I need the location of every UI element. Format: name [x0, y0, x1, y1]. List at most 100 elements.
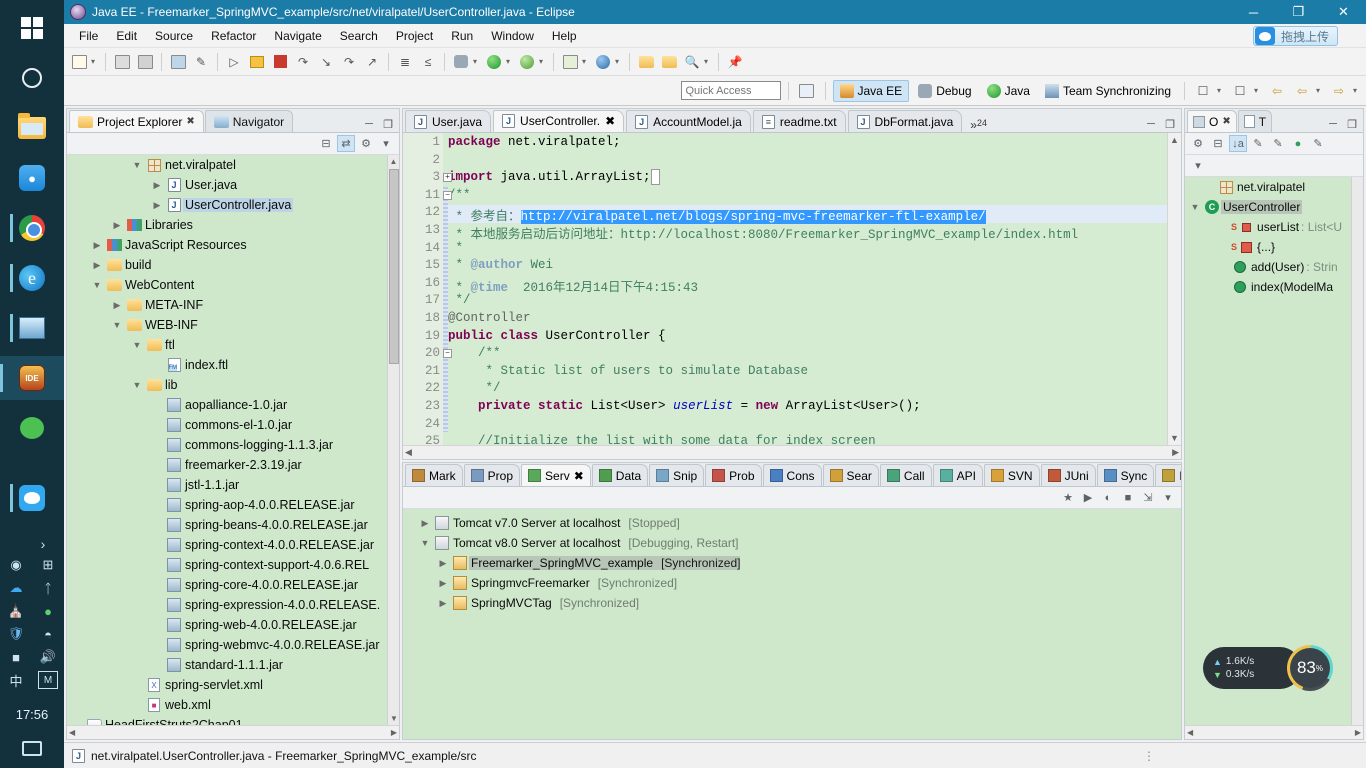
bottom-tab[interactable]: Data	[591, 464, 649, 486]
expand-arrow-icon[interactable]: ▼	[129, 380, 145, 390]
tree-item[interactable]: ▶ J User.java	[67, 175, 399, 195]
project-tree-scrollbar[interactable]: ▲ ▼	[387, 155, 399, 725]
expand-arrow-icon[interactable]: ▶	[435, 578, 451, 589]
tree-item[interactable]: ▼ WEB-INF	[67, 315, 399, 335]
debug-icon[interactable]	[450, 51, 472, 73]
expand-arrow-icon[interactable]: ▶	[109, 220, 125, 231]
expand-arrow-icon[interactable]: ▶	[417, 518, 433, 529]
run-external-tools-icon[interactable]	[516, 51, 538, 73]
close-icon[interactable]: ✖	[605, 114, 615, 128]
tree-item[interactable]: ■ web.xml	[67, 695, 399, 715]
editor-tab[interactable]: J UserController. ✖	[493, 110, 625, 132]
minimize-editor-button[interactable]: ─	[1143, 116, 1159, 132]
outline-scrollbar[interactable]	[1351, 177, 1363, 725]
menu-search[interactable]: Search	[331, 26, 387, 46]
outline-item[interactable]: SuserList : List<U	[1185, 217, 1363, 237]
wechat-tray-icon[interactable]: ●	[38, 602, 58, 620]
next-edit-dropdown-icon[interactable]: ▾	[1254, 86, 1263, 95]
tree-item[interactable]: ▼ WebContent	[67, 275, 399, 295]
server-row[interactable]: ▶ SpringmvcFreemarker [Synchronized]	[403, 573, 1181, 593]
tree-item[interactable]: commons-el-1.0.jar	[67, 415, 399, 435]
editor-tab[interactable]: J AccountModel.ja	[626, 110, 751, 132]
ime-chinese-icon[interactable]: 中	[6, 671, 26, 689]
ime-m-icon[interactable]: M	[38, 671, 58, 689]
editor-tab[interactable]: J User.java	[405, 110, 492, 132]
bottom-tab[interactable]: Sync	[1096, 464, 1155, 486]
server-row[interactable]: ▼ Tomcat v8.0 Server at localhost [Debuggi…	[403, 533, 1181, 553]
volume-icon[interactable]: 🔊	[38, 648, 58, 666]
fold-toggle-icon[interactable]: −	[443, 190, 452, 200]
baidu-netdisk-icon[interactable]	[10, 476, 54, 520]
tree-item[interactable]: spring-context-support-4.0.6.REL	[67, 555, 399, 575]
expand-arrow-icon[interactable]: ▶	[89, 260, 105, 271]
toggle-mark-occurrences-icon[interactable]: ✎	[190, 51, 212, 73]
menu-project[interactable]: Project	[387, 26, 442, 46]
next-annotation-icon[interactable]: ≣	[394, 51, 416, 73]
tree-item[interactable]: aopalliance-1.0.jar	[67, 395, 399, 415]
tree-item[interactable]: spring-expression-4.0.0.RELEASE.	[67, 595, 399, 615]
cortana-search-icon[interactable]	[10, 56, 54, 100]
edge-icon[interactable]: e	[10, 256, 54, 300]
menu-window[interactable]: Window	[482, 26, 543, 46]
expand-arrow-icon[interactable]: ▶	[149, 180, 165, 191]
wifi-icon[interactable]: ◓	[38, 625, 58, 643]
wechat-icon[interactable]	[10, 406, 54, 450]
outline-tree[interactable]: net.viralpatel ▼ C UserController SuserList …	[1185, 177, 1363, 725]
view-menu-icon[interactable]: ⚙	[357, 135, 375, 152]
tab-outline[interactable]: O ✖	[1187, 110, 1237, 132]
tree-item[interactable]: spring-aop-4.0.0.RELEASE.jar	[67, 495, 399, 515]
run-on-server-icon[interactable]	[559, 51, 581, 73]
run-dropdown-icon[interactable]: ▾	[506, 57, 515, 66]
start-server-icon[interactable]: ▶	[1079, 489, 1097, 506]
search-dropdown-icon[interactable]: ▾	[704, 57, 713, 66]
collapse-all-icon[interactable]: ⊟	[1209, 135, 1227, 152]
open-type-icon[interactable]	[635, 51, 657, 73]
maximize-view-button[interactable]: ❐	[380, 116, 396, 132]
perspective-team-synchronizing[interactable]: Team Synchronizing	[1039, 81, 1177, 101]
tab-task-list[interactable]: T	[1237, 110, 1273, 132]
security-shield-icon[interactable]: 🛡	[6, 625, 26, 643]
maximize-button[interactable]: ❐	[1276, 0, 1321, 24]
outline-item[interactable]: S {...}	[1185, 237, 1363, 257]
bottom-tab[interactable]: Prob	[705, 464, 762, 486]
debug-server-icon[interactable]: ★	[1059, 489, 1077, 506]
tree-item[interactable]: Xspring-servlet.xml	[67, 675, 399, 695]
expand-arrow-icon[interactable]: ▼	[109, 320, 125, 330]
windows-start-icon[interactable]	[10, 6, 54, 50]
maximize-outline-button[interactable]: ❐	[1344, 116, 1360, 132]
disconnect-icon[interactable]: ↷	[292, 51, 314, 73]
menu-edit[interactable]: Edit	[107, 26, 146, 46]
minimize-view-button[interactable]: ─	[361, 116, 377, 132]
tree-item[interactable]: spring-webmvc-4.0.0.RELEASE.jar	[67, 635, 399, 655]
screenshot-icon[interactable]: ◉	[6, 556, 26, 574]
close-icon[interactable]: ✖	[574, 469, 584, 483]
focus-icon[interactable]: ⚙	[1189, 135, 1207, 152]
publish-icon[interactable]: ⇲	[1139, 489, 1157, 506]
back-dropdown-icon[interactable]: ▾	[1316, 86, 1325, 95]
new-ee-project-icon[interactable]	[592, 51, 614, 73]
notification-icon[interactable]	[22, 741, 42, 756]
pin-editor-icon[interactable]: 📌	[724, 51, 746, 73]
editor-tab[interactable]: J DbFormat.java	[847, 110, 963, 132]
tree-item[interactable]: ▼ ftl	[67, 335, 399, 355]
view-dropdown-icon[interactable]: ▾	[377, 135, 395, 152]
terminate-icon[interactable]	[269, 51, 291, 73]
menu-refactor[interactable]: Refactor	[202, 26, 265, 46]
editor-horizontal-scrollbar[interactable]: ◀ ▶	[403, 445, 1181, 459]
tree-item[interactable]: ▶ J UserController.java	[67, 195, 399, 215]
expand-arrow-icon[interactable]: ▼	[89, 280, 105, 290]
more-tabs-indicator[interactable]: » 24	[964, 118, 993, 132]
sort-icon[interactable]: ↓a	[1229, 135, 1247, 152]
baidu-upload-button[interactable]: 拖拽上传	[1252, 26, 1338, 46]
expand-arrow-icon[interactable]: ▶	[435, 558, 451, 569]
expand-arrow-icon[interactable]: ▼	[1187, 202, 1203, 212]
bottom-tab[interactable]: API	[932, 464, 983, 486]
tree-item[interactable]: ▶ JavaScript Resources	[67, 235, 399, 255]
hide-fields-icon[interactable]: ✎	[1249, 135, 1267, 152]
fold-toggle-icon[interactable]: −	[443, 349, 452, 359]
save-all-icon[interactable]	[134, 51, 156, 73]
ee-dropdown-icon[interactable]: ▾	[615, 57, 624, 66]
taskbar-clock[interactable]: 17:56	[16, 707, 49, 722]
file-explorer-icon[interactable]	[10, 106, 54, 150]
close-button[interactable]: ✕	[1321, 0, 1366, 24]
